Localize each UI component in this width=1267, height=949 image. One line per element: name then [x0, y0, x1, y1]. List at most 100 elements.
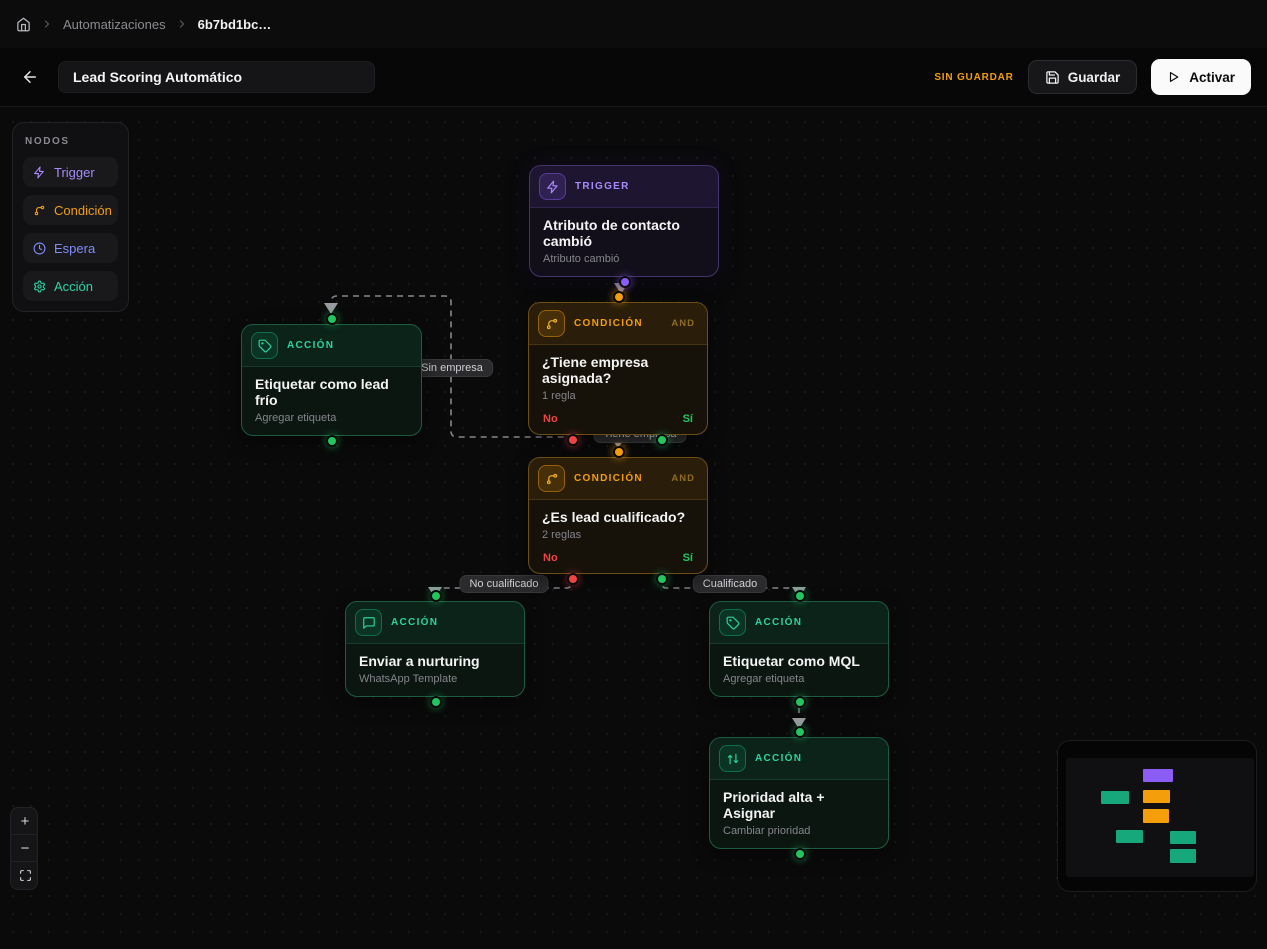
breadcrumb: Automatizaciones 6b7bd1bc…: [0, 0, 1267, 48]
palette-item-condicion[interactable]: Condición: [23, 195, 118, 225]
node-subtitle: 2 reglas: [542, 529, 694, 541]
node-header: TRIGGER: [530, 166, 718, 208]
node-subtitle: Cambiar prioridad: [723, 825, 875, 837]
node-trigger[interactable]: TRIGGER Atributo de contacto cambió Atri…: [529, 165, 719, 277]
activate-button[interactable]: Activar: [1151, 59, 1251, 95]
minimap-node: [1170, 849, 1196, 863]
source-handle-yes[interactable]: [656, 573, 668, 585]
node-type-label: CONDICIÓN: [574, 318, 643, 329]
save-icon: [1045, 70, 1060, 85]
zoom-in-button[interactable]: +: [11, 808, 38, 835]
node-type-label: ACCIÓN: [287, 340, 334, 351]
minimap-node: [1143, 790, 1170, 803]
and-badge: AND: [671, 318, 695, 329]
arrows-up-down-icon: [719, 745, 746, 772]
minimap[interactable]: [1057, 740, 1257, 892]
save-button-label: Guardar: [1068, 70, 1121, 85]
target-handle[interactable]: [613, 291, 625, 303]
target-handle[interactable]: [794, 590, 806, 602]
node-type-label: ACCIÓN: [755, 617, 802, 628]
breadcrumb-current-id: 6b7bd1bc…: [198, 17, 272, 32]
node-action-nurturing[interactable]: ACCIÓN Enviar a nurturing WhatsApp Templ…: [345, 601, 525, 697]
source-handle-no[interactable]: [567, 434, 579, 446]
target-handle[interactable]: [613, 446, 625, 458]
branch-icon: [33, 204, 46, 217]
play-icon: [1167, 70, 1181, 84]
save-button[interactable]: Guardar: [1028, 60, 1138, 94]
workflow-title-input[interactable]: [58, 61, 375, 93]
node-header: ACCIÓN: [710, 738, 888, 780]
node-subtitle: Agregar etiqueta: [723, 673, 875, 685]
node-subtitle: Atributo cambió: [543, 253, 705, 265]
node-subtitle: 1 regla: [542, 390, 694, 402]
node-header: ACCIÓN: [346, 602, 524, 644]
minimap-node: [1170, 831, 1196, 844]
zap-icon: [539, 173, 566, 200]
palette-item-label: Condición: [54, 203, 112, 218]
node-title: ¿Tiene empresa asignada?: [542, 354, 694, 386]
palette-item-label: Acción: [54, 279, 93, 294]
unsaved-status-badge: SIN GUARDAR: [934, 72, 1013, 83]
node-header: CONDICIÓN AND: [529, 303, 707, 345]
node-action-lead-frio[interactable]: ACCIÓN Etiquetar como lead frío Agregar …: [241, 324, 422, 436]
and-badge: AND: [671, 473, 695, 484]
palette-item-label: Trigger: [54, 165, 95, 180]
node-type-label: CONDICIÓN: [574, 473, 643, 484]
source-handle-no[interactable]: [567, 573, 579, 585]
source-handle-yes[interactable]: [656, 434, 668, 446]
tag-icon: [719, 609, 746, 636]
node-palette: NODOS Trigger Condición Espera Acción: [12, 122, 129, 312]
fit-view-button[interactable]: [11, 862, 38, 889]
condition-no-label: No: [543, 413, 558, 425]
node-title: Atributo de contacto cambió: [543, 217, 705, 249]
condition-no-label: No: [543, 552, 558, 564]
palette-item-espera[interactable]: Espera: [23, 233, 118, 263]
node-header: ACCIÓN: [710, 602, 888, 644]
source-handle[interactable]: [794, 696, 806, 708]
flow-canvas[interactable]: Sin empresa Tiene empresa No cualificado…: [0, 107, 1267, 949]
source-handle[interactable]: [794, 848, 806, 860]
condition-yes-label: Sí: [683, 552, 693, 564]
message-icon: [355, 609, 382, 636]
node-subtitle: Agregar etiqueta: [255, 412, 408, 424]
node-type-label: ACCIÓN: [755, 753, 802, 764]
palette-item-trigger[interactable]: Trigger: [23, 157, 118, 187]
node-condition-cualificado[interactable]: CONDICIÓN AND ¿Es lead cualificado? 2 re…: [528, 457, 708, 574]
gear-icon: [33, 280, 46, 293]
zoom-controls: + −: [10, 807, 38, 890]
target-handle[interactable]: [794, 726, 806, 738]
node-condition-empresa[interactable]: CONDICIÓN AND ¿Tiene empresa asignada? 1…: [528, 302, 708, 435]
target-handle[interactable]: [430, 590, 442, 602]
back-button[interactable]: [16, 63, 44, 91]
palette-title: NODOS: [25, 136, 118, 147]
edge-label-cualificado: Cualificado: [693, 575, 767, 593]
palette-item-label: Espera: [54, 241, 95, 256]
node-title: Prioridad alta + Asignar: [723, 789, 875, 821]
home-icon[interactable]: [16, 17, 31, 32]
minimap-node: [1101, 791, 1129, 804]
node-action-mql[interactable]: ACCIÓN Etiquetar como MQL Agregar etique…: [709, 601, 889, 697]
chevron-right-icon: [41, 18, 53, 30]
tag-icon: [251, 332, 278, 359]
node-action-prioridad[interactable]: ACCIÓN Prioridad alta + Asignar Cambiar …: [709, 737, 889, 849]
target-handle[interactable]: [326, 313, 338, 325]
node-title: ¿Es lead cualificado?: [542, 509, 694, 525]
node-title: Etiquetar como lead frío: [255, 376, 408, 408]
zoom-out-button[interactable]: −: [11, 835, 38, 862]
node-header: CONDICIÓN AND: [529, 458, 707, 500]
palette-item-accion[interactable]: Acción: [23, 271, 118, 301]
minimap-viewport: [1066, 758, 1254, 877]
source-handle[interactable]: [430, 696, 442, 708]
node-title: Etiquetar como MQL: [723, 653, 875, 669]
condition-yes-label: Sí: [683, 413, 693, 425]
branch-icon: [538, 310, 565, 337]
zap-icon: [33, 166, 46, 179]
node-subtitle: WhatsApp Template: [359, 673, 511, 685]
workflow-header: SIN GUARDAR Guardar Activar: [0, 48, 1267, 107]
source-handle[interactable]: [619, 276, 631, 288]
edge-label-sin-empresa: Sin empresa: [411, 359, 493, 377]
source-handle[interactable]: [326, 435, 338, 447]
breadcrumb-automatizaciones[interactable]: Automatizaciones: [63, 17, 166, 32]
edge-label-no-cualificado: No cualificado: [459, 575, 548, 593]
minimap-node: [1143, 809, 1169, 823]
